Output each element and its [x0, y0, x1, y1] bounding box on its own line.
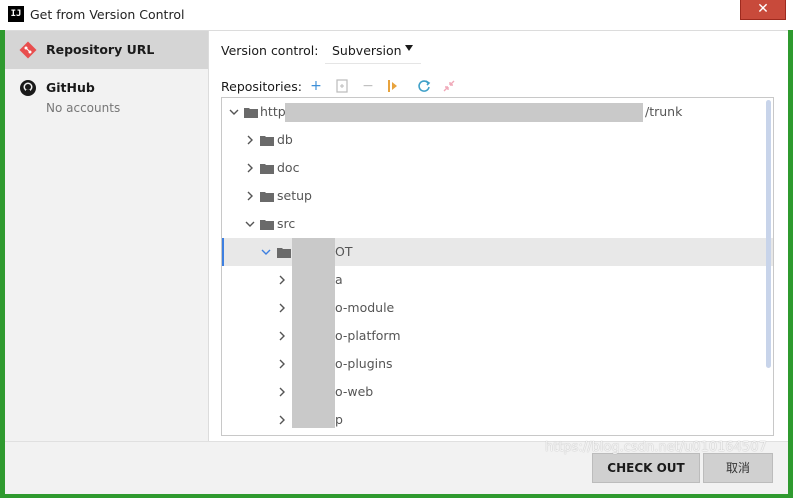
- version-control-value: Subversion: [332, 43, 402, 58]
- chevron-right-icon[interactable]: [276, 274, 288, 286]
- tree-node-label: o-web: [335, 384, 374, 399]
- tree-node-setup[interactable]: setup: [222, 182, 773, 210]
- tree-node-doc[interactable]: doc: [222, 154, 773, 182]
- tree-node-label: OT: [335, 244, 353, 259]
- sidebar-item-sublabel: No accounts: [46, 101, 121, 115]
- tree-node-label: o-plugins: [335, 356, 393, 371]
- window-title: Get from Version Control: [30, 7, 185, 22]
- tree-node-label: src: [277, 216, 296, 231]
- tree-node-src[interactable]: src: [222, 210, 773, 238]
- sidebar-item-label: GitHub: [46, 80, 95, 95]
- tree-node-label: o-platform: [335, 328, 401, 343]
- chevron-right-icon[interactable]: [244, 162, 256, 174]
- tree-node-db[interactable]: db: [222, 126, 773, 154]
- new-folder-icon[interactable]: [332, 76, 352, 96]
- dialog-window: IJ Get from Version Control ✕ Repository…: [0, 0, 793, 498]
- sidebar: Repository URL GitHub No accounts: [5, 31, 209, 441]
- browse-changes-icon[interactable]: [383, 76, 403, 96]
- remove-icon[interactable]: −: [358, 76, 378, 96]
- chevron-right-icon[interactable]: [276, 358, 288, 370]
- sidebar-item-github[interactable]: GitHub No accounts: [5, 69, 208, 119]
- selection-marker: [222, 238, 224, 266]
- redacted-name-block: [292, 238, 335, 428]
- check-out-button[interactable]: CHECK OUT: [592, 453, 700, 483]
- tree-node-root[interactable]: https /trunk: [222, 98, 773, 126]
- tree-node-label: a: [335, 272, 343, 287]
- version-control-label: Version control:: [221, 43, 319, 58]
- intellij-app-icon: IJ: [8, 6, 24, 22]
- window-frame-right: [788, 30, 793, 498]
- chevron-right-icon[interactable]: [276, 302, 288, 314]
- tree-scrollbar[interactable]: [766, 100, 771, 368]
- folder-icon: [244, 108, 258, 118]
- chevron-down-icon[interactable]: [244, 218, 256, 230]
- refresh-icon[interactable]: [414, 76, 434, 96]
- watermark: https://blog.csdn.net/u010164507: [545, 440, 767, 455]
- chevron-right-icon[interactable]: [276, 330, 288, 342]
- chevron-right-icon[interactable]: [276, 414, 288, 426]
- add-repository-icon[interactable]: +: [306, 76, 326, 96]
- tree-node-label: p: [335, 412, 343, 427]
- repositories-label: Repositories:: [221, 79, 302, 94]
- folder-icon: [277, 248, 291, 258]
- chevron-down-icon[interactable]: [260, 246, 272, 258]
- tree-node-label: db: [277, 132, 293, 147]
- collapse-icon[interactable]: [439, 76, 459, 96]
- cancel-button[interactable]: 取消: [703, 453, 773, 483]
- folder-icon: [260, 220, 274, 230]
- dialog-client: Repository URL GitHub No accounts Versio…: [5, 31, 788, 494]
- github-icon: [20, 80, 36, 96]
- tree-node-label: setup: [277, 188, 312, 203]
- version-control-dropdown[interactable]: Subversion: [325, 37, 421, 64]
- chevron-down-icon[interactable]: [228, 106, 240, 118]
- close-button[interactable]: ✕: [740, 0, 786, 20]
- folder-icon: [260, 164, 274, 174]
- redacted-url-block: [285, 103, 643, 122]
- tree-node-label: doc: [277, 160, 300, 175]
- folder-icon: [260, 136, 274, 146]
- title-bar: IJ Get from Version Control ✕: [0, 0, 793, 31]
- tree-node-label: o-module: [335, 300, 395, 315]
- chevron-right-icon[interactable]: [244, 134, 256, 146]
- repository-tree[interactable]: https /trunk db doc setup src OT a o-mod…: [221, 97, 774, 436]
- chevron-right-icon[interactable]: [276, 386, 288, 398]
- main-panel: Version control: Subversion Repositories…: [209, 31, 788, 441]
- sidebar-item-label: Repository URL: [46, 42, 155, 57]
- chevron-right-icon[interactable]: [244, 190, 256, 202]
- tree-node-label-suffix: /trunk: [645, 104, 683, 119]
- dropdown-arrow-icon: [405, 45, 413, 51]
- folder-icon: [260, 192, 274, 202]
- sidebar-item-repository-url[interactable]: Repository URL: [5, 31, 208, 69]
- git-icon: [19, 41, 37, 59]
